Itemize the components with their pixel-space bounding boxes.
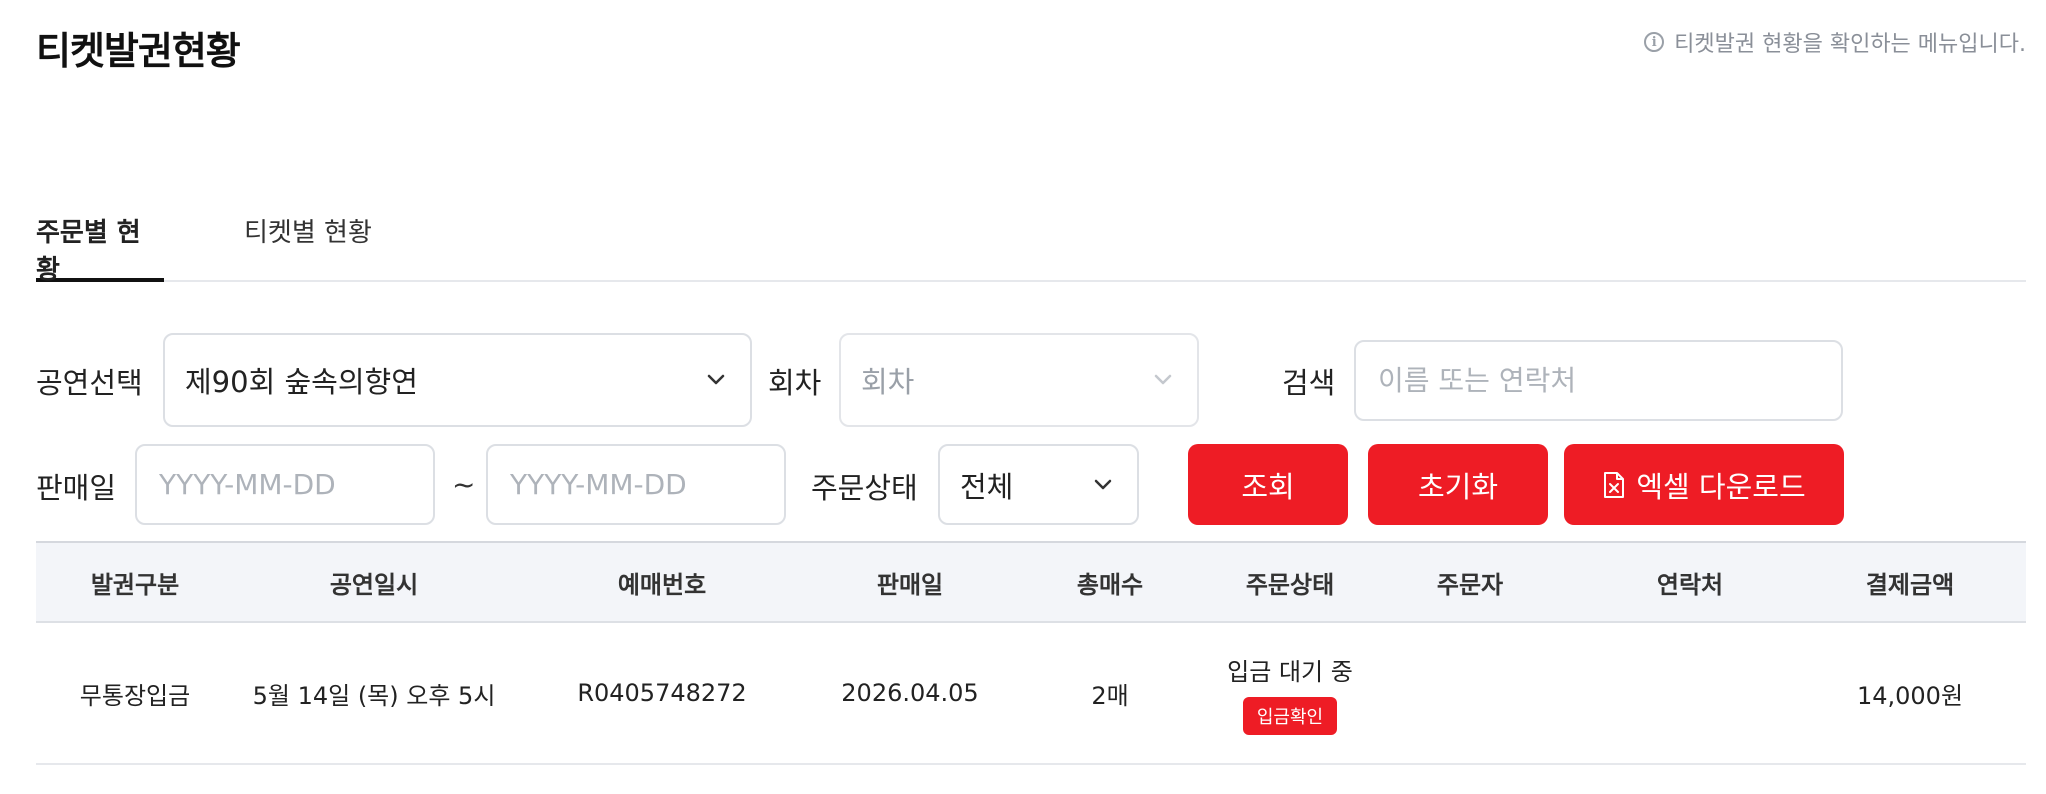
performance-label: 공연선택 — [36, 366, 143, 400]
col-header-sale-date: 판매일 — [876, 570, 944, 599]
chevron-down-icon — [1154, 374, 1172, 385]
col-header-contact: 연락처 — [1656, 570, 1724, 599]
cell-qty: 2매 — [1091, 681, 1129, 710]
page-info: i 티켓발권 현황을 확인하는 메뉴입니다. — [1644, 26, 2026, 58]
order-status-select-value: 전체 — [960, 469, 1014, 504]
reset-button-label: 초기화 — [1417, 469, 1499, 504]
tab-bar: 주문별 현황 티켓별 현황 — [36, 200, 2026, 285]
sale-date-label: 판매일 — [36, 471, 117, 505]
cell-booking-no: R0405748272 — [577, 679, 747, 707]
status-text: 입금 대기 중 — [1227, 657, 1353, 686]
chevron-down-icon — [707, 374, 725, 385]
search-button[interactable]: 조회 — [1188, 444, 1348, 525]
date-to-input[interactable] — [486, 444, 786, 525]
cell-contact — [1570, 623, 1810, 763]
table-row[interactable]: 무통장입금 5월 14일 (목) 오후 5시 R0405748272 2026.… — [36, 623, 2026, 765]
performance-select[interactable]: 제90회 숲속의향연 — [163, 333, 752, 427]
col-header-type: 발권구분 — [90, 570, 180, 599]
confirm-deposit-button[interactable]: 입금확인 — [1242, 696, 1338, 735]
page-title: 티켓발권현황 — [36, 29, 241, 73]
col-header-amount: 결제금액 — [1865, 570, 1955, 599]
tab-ticket-status[interactable]: 티켓별 현황 — [244, 200, 384, 282]
cell-datetime: 5월 14일 (목) 오후 5시 — [252, 681, 496, 710]
col-header-status: 주문상태 — [1245, 570, 1335, 599]
cell-orderer — [1370, 623, 1570, 763]
cell-amount: 14,000원 — [1856, 681, 1964, 710]
col-header-datetime: 공연일시 — [329, 570, 419, 599]
order-status-label: 주문상태 — [811, 471, 918, 505]
excel-download-button[interactable]: 엑셀 다운로드 — [1564, 444, 1844, 525]
col-header-orderer: 주문자 — [1436, 570, 1504, 599]
session-label: 회차 — [768, 366, 822, 400]
performance-select-value: 제90회 숲속의향연 — [185, 365, 418, 399]
session-select-value: 회차 — [861, 365, 915, 399]
col-header-qty: 총매수 — [1076, 570, 1144, 599]
col-header-booking-no: 예매번호 — [617, 570, 707, 599]
cell-sale-date: 2026.04.05 — [841, 679, 979, 707]
date-from-input[interactable] — [135, 444, 435, 525]
date-separator: ~ — [452, 468, 476, 501]
orders-table: 발권구분 공연일시 예매번호 판매일 총매수 주문상태 주문자 연락처 결제금액… — [36, 541, 2026, 765]
excel-file-icon — [1604, 471, 1625, 498]
excel-download-label: 엑셀 다운로드 — [1636, 469, 1806, 504]
search-button-label: 조회 — [1241, 469, 1295, 504]
chevron-down-icon — [1094, 479, 1112, 489]
search-label: 검색 — [1282, 366, 1336, 400]
search-input[interactable] — [1354, 340, 1843, 421]
session-select[interactable]: 회차 — [839, 333, 1199, 427]
page-info-text: 티켓발권 현황을 확인하는 메뉴입니다. — [1674, 32, 2026, 57]
cell-status: 입금 대기 중 입금확인 — [1210, 623, 1370, 763]
cell-type: 무통장입금 — [79, 681, 191, 710]
table-header: 발권구분 공연일시 예매번호 판매일 총매수 주문상태 주문자 연락처 결제금액 — [36, 543, 2026, 623]
reset-button[interactable]: 초기화 — [1368, 444, 1548, 525]
tab-order-status[interactable]: 주문별 현황 — [36, 200, 164, 285]
order-status-select[interactable]: 전체 — [938, 444, 1139, 525]
info-icon: i — [1644, 32, 1665, 52]
